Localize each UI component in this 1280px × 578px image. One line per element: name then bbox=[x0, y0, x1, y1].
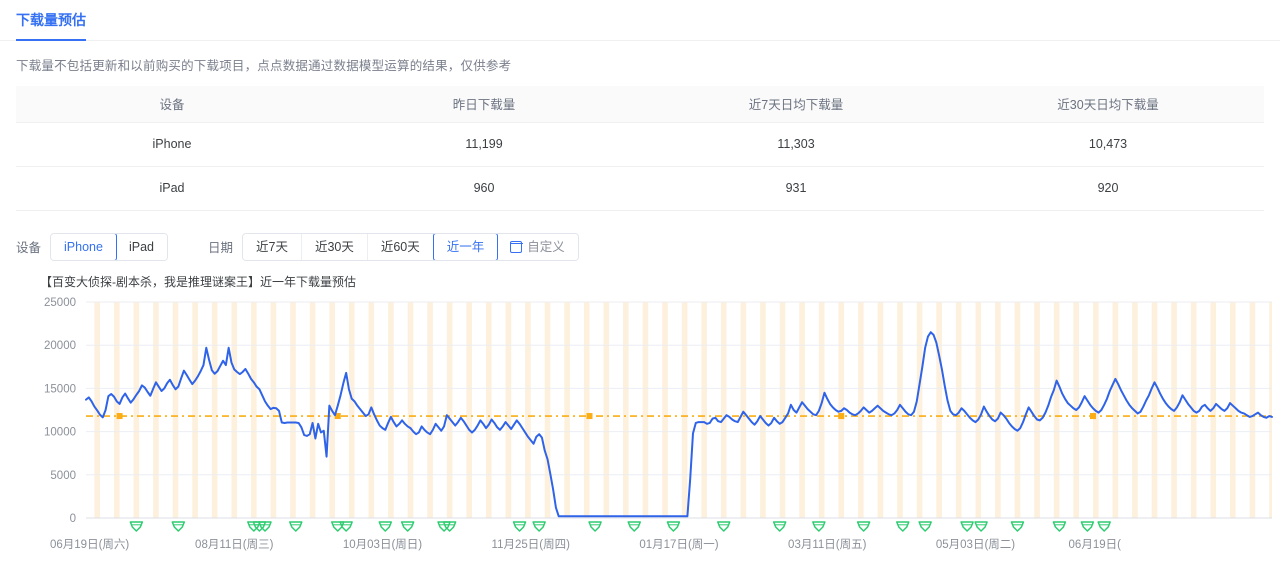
date-option-7d[interactable]: 近7天 bbox=[243, 233, 302, 260]
table-row: iPhone 11,199 11,303 10,473 bbox=[16, 122, 1264, 167]
svg-text:08月11日(周三): 08月11日(周三) bbox=[195, 538, 274, 551]
svg-text:03月11日(周五): 03月11日(周五) bbox=[788, 538, 867, 551]
chart-svg: 0 5000 10000 15000 20000 25000 06月19日(周六) 08月11… bbox=[44, 297, 1273, 551]
cell-avg30: 920 bbox=[952, 166, 1264, 211]
stats-table: 设备 昨日下载量 近7天日均下载量 近30天日均下载量 iPhone 11,19… bbox=[16, 86, 1264, 211]
device-filter-label: 设备 bbox=[16, 241, 42, 255]
date-button-group: 近7天 近30天 近60天 近一年 自定义 bbox=[242, 232, 579, 261]
date-option-1y[interactable]: 近一年 bbox=[432, 233, 499, 260]
custom-label: 自定义 bbox=[527, 239, 565, 254]
date-option-60d[interactable]: 近60天 bbox=[367, 233, 434, 260]
date-option-30d[interactable]: 近30天 bbox=[301, 233, 368, 260]
svg-text:11月25日(周四): 11月25日(周四) bbox=[492, 538, 571, 551]
col-header-device: 设备 bbox=[16, 86, 328, 123]
cell-yesterday: 11,199 bbox=[328, 122, 640, 167]
svg-text:06月19日(周六): 06月19日(周六) bbox=[50, 538, 129, 551]
svg-text:10000: 10000 bbox=[44, 426, 76, 438]
cell-device: iPhone bbox=[16, 122, 328, 167]
svg-text:06月19日(: 06月19日( bbox=[1069, 539, 1122, 551]
svg-text:0: 0 bbox=[70, 513, 76, 525]
cell-avg7: 11,303 bbox=[640, 122, 952, 167]
col-header-avg7: 近7天日均下载量 bbox=[640, 86, 952, 123]
cell-device: iPad bbox=[16, 166, 328, 211]
download-trend-chart[interactable]: 0 5000 10000 15000 20000 25000 06月19日(周六) 08月11… bbox=[0, 290, 1280, 560]
chart-title: 【百变大侦探-剧本杀，我是推理谜案王】近一年下载量预估 bbox=[40, 274, 356, 289]
svg-text:01月17日(周一): 01月17日(周一) bbox=[639, 538, 718, 551]
col-header-yesterday: 昨日下载量 bbox=[328, 86, 640, 123]
date-filter-label: 日期 bbox=[207, 241, 233, 255]
filter-bar: 设备 iPhone iPad 日期 近7天 近30天 近60天 近一年 自定义 bbox=[0, 211, 1280, 267]
svg-text:05月03日(周二): 05月03日(周二) bbox=[936, 538, 1015, 551]
date-option-custom[interactable]: 自定义 bbox=[497, 233, 578, 260]
calendar-icon bbox=[509, 240, 523, 253]
svg-text:15000: 15000 bbox=[44, 383, 76, 395]
description-text: 下载量不包括更新和以前购买的下载项目，点点数据通过数据模型运算的结果，仅供参考 bbox=[16, 59, 512, 73]
device-button-group: iPhone iPad bbox=[50, 232, 168, 261]
table-header-row: 设备 昨日下载量 近7天日均下载量 近30天日均下载量 bbox=[16, 86, 1264, 123]
svg-text:20000: 20000 bbox=[44, 340, 76, 352]
cell-yesterday: 960 bbox=[328, 166, 640, 211]
svg-text:10月03日(周日): 10月03日(周日) bbox=[343, 538, 422, 551]
device-option-iphone[interactable]: iPhone bbox=[51, 233, 117, 260]
tab-bar: 下载量预估 bbox=[0, 0, 1280, 41]
svg-text:5000: 5000 bbox=[50, 469, 76, 481]
table-row: iPad 960 931 920 bbox=[16, 166, 1264, 211]
stats-table-wrapper: 设备 昨日下载量 近7天日均下载量 近30天日均下载量 iPhone 11,19… bbox=[0, 86, 1280, 211]
tab-label: 下载量预估 bbox=[16, 12, 86, 28]
svg-text:25000: 25000 bbox=[44, 297, 76, 309]
tab-download-estimate[interactable]: 下载量预估 bbox=[16, 0, 86, 41]
col-header-avg30: 近30天日均下载量 bbox=[952, 86, 1264, 123]
cell-avg30: 10,473 bbox=[952, 122, 1264, 167]
device-option-ipad[interactable]: iPad bbox=[115, 233, 167, 260]
cell-avg7: 931 bbox=[640, 166, 952, 211]
tab-active-underline bbox=[16, 39, 86, 41]
